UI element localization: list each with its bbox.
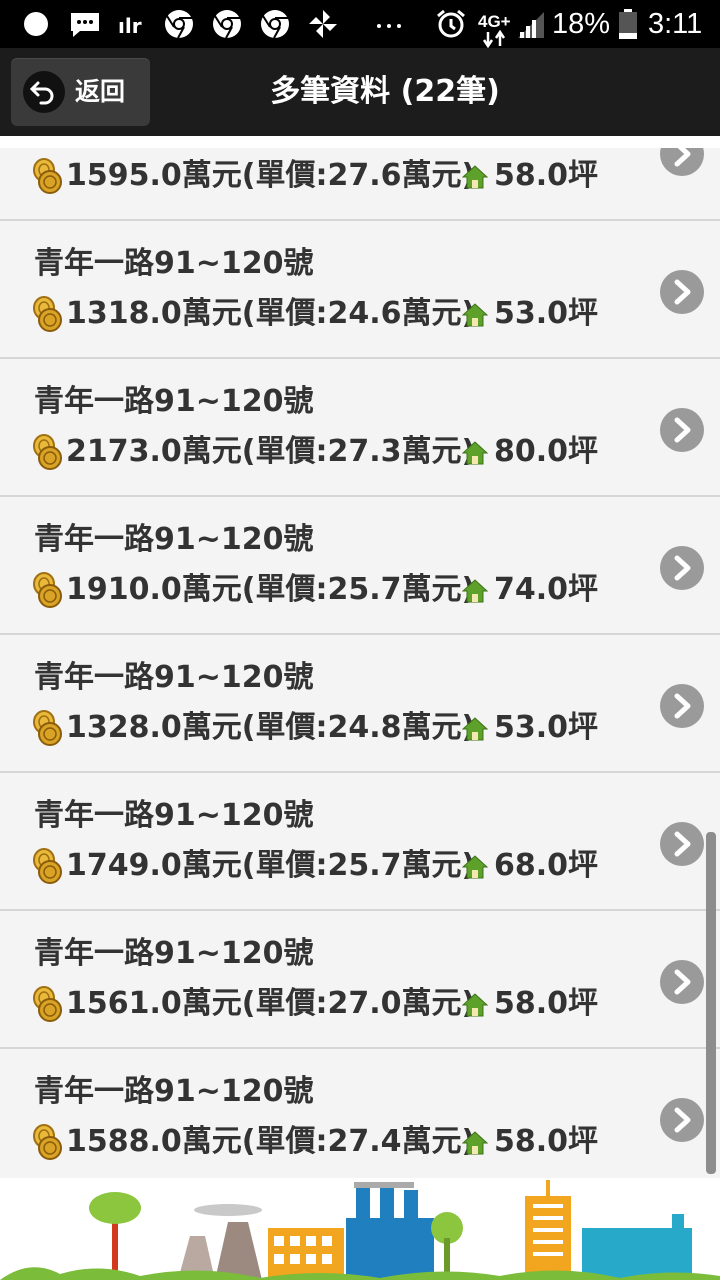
chevron-right-icon[interactable]	[660, 960, 704, 1004]
listing-area: 53.0坪	[494, 296, 599, 331]
clock: 3:11	[648, 8, 703, 40]
list-item[interactable]: 青年一路91~120號 1910.0萬元(單價:25.7萬元) 74.0坪	[0, 498, 720, 635]
list-item[interactable]: 1595.0萬元(單價:27.6萬元) 58.0坪	[0, 148, 720, 221]
app-notification-icon: ılr	[118, 14, 142, 38]
notification-dot-icon	[24, 12, 48, 36]
battery-percent: 18%	[552, 8, 611, 40]
list-item[interactable]: 青年一路91~120號 1749.0萬元(單價:25.7萬元) 68.0坪	[0, 774, 720, 911]
coin-stack-icon	[33, 848, 62, 884]
listing-address: 青年一路91~120號	[34, 660, 314, 695]
coin-stack-icon	[33, 296, 62, 332]
coin-stack-icon	[33, 434, 62, 470]
listing-price: 1328.0萬元(單價:24.8萬元)	[66, 710, 476, 745]
chevron-right-icon[interactable]	[660, 546, 704, 590]
house-icon	[462, 579, 488, 603]
house-icon	[462, 1131, 488, 1155]
alarm-icon	[437, 9, 465, 38]
coin-stack-icon	[33, 158, 62, 194]
house-icon	[462, 855, 488, 879]
signal-icon	[518, 12, 544, 38]
back-button[interactable]: 返回	[11, 58, 150, 126]
chevron-right-icon[interactable]	[660, 148, 704, 176]
listing-info: 1910.0萬元(單價:25.7萬元) 74.0坪	[32, 568, 652, 612]
more-notifications-icon	[377, 24, 401, 28]
pinwheel-icon	[309, 10, 337, 38]
svg-text:ılr: ılr	[118, 14, 142, 38]
coin-stack-icon	[33, 1124, 62, 1160]
list-item[interactable]: 青年一路91~120號 2173.0萬元(單價:27.3萬元) 80.0坪	[0, 360, 720, 497]
chevron-right-icon[interactable]	[660, 822, 704, 866]
message-icon	[71, 13, 99, 37]
scrollbar[interactable]	[706, 832, 716, 1174]
header-divider	[0, 136, 720, 148]
listing-area: 74.0坪	[494, 572, 599, 607]
listing-address: 青年一路91~120號	[34, 798, 314, 833]
listing-area: 68.0坪	[494, 848, 599, 883]
listing-info: 2173.0萬元(單價:27.3萬元) 80.0坪	[32, 430, 652, 474]
chevron-right-icon[interactable]	[660, 270, 704, 314]
chevron-right-icon[interactable]	[660, 1098, 704, 1142]
listing-info: 1595.0萬元(單價:27.6萬元) 58.0坪	[32, 154, 652, 198]
house-icon	[462, 717, 488, 741]
listing-info: 1749.0萬元(單價:25.7萬元) 68.0坪	[32, 844, 652, 888]
page-title: 多筆資料 (22筆)	[270, 74, 500, 109]
chevron-right-icon[interactable]	[660, 408, 704, 452]
listing-info: 1318.0萬元(單價:24.6萬元) 53.0坪	[32, 292, 652, 336]
chrome-icon	[165, 10, 193, 39]
listing-list[interactable]: 1595.0萬元(單價:27.6萬元) 58.0坪 青年一路91~120號 13…	[0, 148, 720, 1178]
chrome-icon	[213, 10, 241, 39]
listing-info: 1328.0萬元(單價:24.8萬元) 53.0坪	[32, 706, 652, 750]
back-button-label: 返回	[75, 77, 126, 106]
listing-address: 青年一路91~120號	[34, 246, 314, 281]
cityscape-illustration	[0, 1178, 720, 1280]
listing-area: 53.0坪	[494, 710, 599, 745]
listing-price: 1595.0萬元(單價:27.6萬元)	[66, 158, 476, 193]
house-icon	[462, 165, 488, 189]
listing-price: 1561.0萬元(單價:27.0萬元)	[66, 986, 476, 1021]
house-icon	[462, 303, 488, 327]
listing-price: 1318.0萬元(單價:24.6萬元)	[66, 296, 476, 331]
list-item[interactable]: 青年一路91~120號 1588.0萬元(單價:27.4萬元) 58.0坪	[0, 1050, 720, 1178]
listing-address: 青年一路91~120號	[34, 1074, 314, 1109]
listing-address: 青年一路91~120號	[34, 384, 314, 419]
coin-stack-icon	[33, 572, 62, 608]
battery-icon	[619, 9, 637, 39]
listing-area: 58.0坪	[494, 158, 599, 193]
listing-area: 58.0坪	[494, 986, 599, 1021]
coin-stack-icon	[33, 710, 62, 746]
listing-address: 青年一路91~120號	[34, 936, 314, 971]
chevron-right-icon[interactable]	[660, 684, 704, 728]
listing-price: 1588.0萬元(單價:27.4萬元)	[66, 1124, 476, 1159]
list-item[interactable]: 青年一路91~120號 1561.0萬元(單價:27.0萬元) 58.0坪	[0, 912, 720, 1049]
app-header: 返回 多筆資料 (22筆)	[0, 48, 720, 136]
status-bar: ılr 4G+ 18% 3:11	[0, 0, 720, 49]
house-icon	[462, 441, 488, 465]
listing-info: 1588.0萬元(單價:27.4萬元) 58.0坪	[32, 1120, 652, 1164]
listing-area: 58.0坪	[494, 1124, 599, 1159]
listing-address: 青年一路91~120號	[34, 522, 314, 557]
list-item[interactable]: 青年一路91~120號 1318.0萬元(單價:24.6萬元) 53.0坪	[0, 222, 720, 359]
chrome-icon	[261, 10, 289, 39]
listing-price: 1749.0萬元(單價:25.7萬元)	[66, 848, 476, 883]
city-banner-illustration	[0, 1178, 720, 1280]
back-arrow-icon	[23, 71, 65, 113]
house-icon	[462, 993, 488, 1017]
listing-price: 1910.0萬元(單價:25.7萬元)	[66, 572, 476, 607]
listing-info: 1561.0萬元(單價:27.0萬元) 58.0坪	[32, 982, 652, 1026]
list-item[interactable]: 青年一路91~120號 1328.0萬元(單價:24.8萬元) 53.0坪	[0, 636, 720, 773]
listing-area: 80.0坪	[494, 434, 599, 469]
coin-stack-icon	[33, 986, 62, 1022]
listing-price: 2173.0萬元(單價:27.3萬元)	[66, 434, 476, 469]
